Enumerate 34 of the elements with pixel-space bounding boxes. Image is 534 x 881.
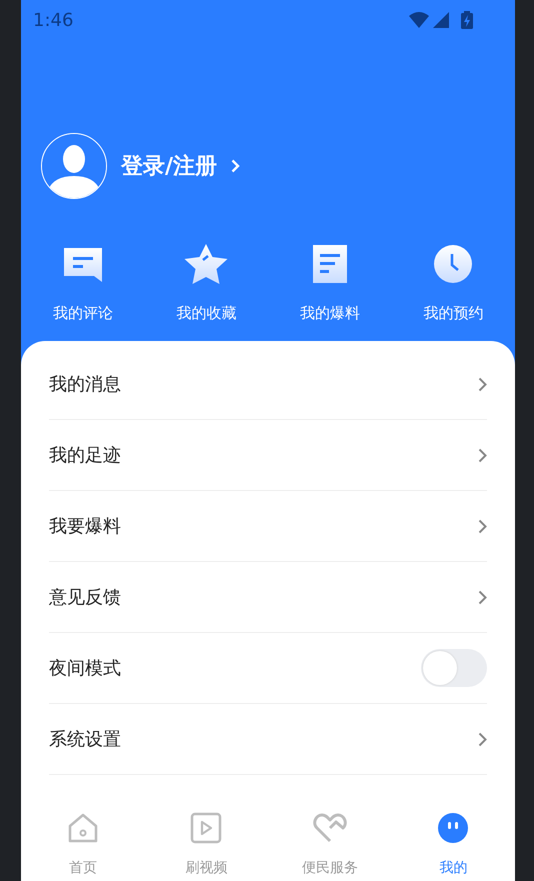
menu-item-label[interactable]: 系统设置 (49, 727, 121, 751)
login-link[interactable]: 登录/注册 (121, 151, 240, 181)
comment-icon (64, 246, 102, 282)
nav-tab[interactable]: 刷视频 (144, 805, 268, 881)
chevron-icon (231, 159, 240, 173)
star-icon (184, 244, 228, 284)
document-icon (312, 245, 347, 283)
menu-item-label[interactable]: 我要爆料 (49, 514, 121, 538)
nav-tab[interactable]: 便民服务 (268, 805, 392, 881)
chevron-icon (478, 448, 487, 462)
battery-icon (461, 11, 473, 29)
chevron-icon (478, 590, 487, 604)
nav-tab[interactable]: 我的 (392, 805, 515, 881)
signal-icon (433, 12, 449, 28)
wifi-icon (409, 12, 429, 28)
status-time: 1:46 (33, 10, 74, 30)
menu-item-label[interactable]: 我的消息 (49, 372, 121, 396)
action-label[interactable]: 我的爆料 (300, 304, 360, 323)
toggle-switch[interactable] (421, 649, 487, 687)
clock-icon (434, 245, 472, 283)
menu-item-label[interactable]: 意见反馈 (49, 585, 121, 609)
chevron-icon (478, 376, 487, 392)
action-label[interactable]: 我的预约 (423, 304, 484, 323)
chevron-icon (478, 732, 487, 746)
menu-item-label[interactable]: 我的足迹 (49, 443, 121, 467)
play-icon (190, 812, 222, 844)
action-label[interactable]: 我的评论 (52, 304, 113, 323)
home-icon (66, 812, 99, 844)
action-label[interactable]: 我的收藏 (176, 304, 236, 323)
nav-tab[interactable]: 首页 (21, 805, 144, 881)
avatar-icon[interactable] (41, 133, 107, 199)
chevron-icon (478, 518, 487, 534)
face-icon (438, 813, 468, 843)
menu-item-label[interactable]: 夜间模式 (49, 656, 121, 680)
